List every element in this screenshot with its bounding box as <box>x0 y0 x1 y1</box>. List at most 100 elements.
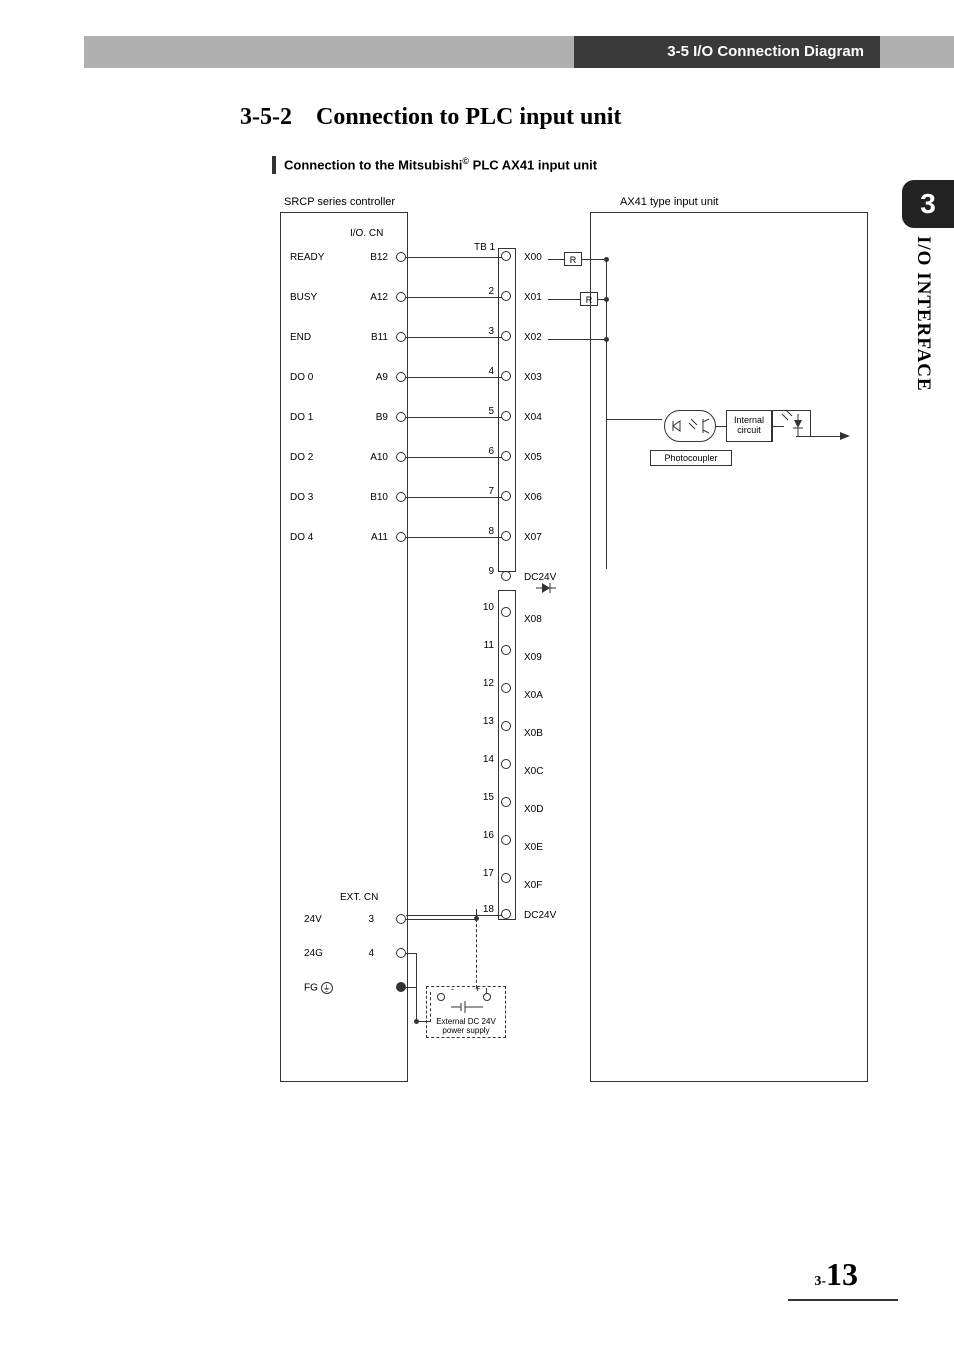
signal-row: 13 X0B <box>280 718 870 758</box>
x-label: X00 <box>524 252 542 263</box>
term-num: 15 <box>478 792 494 803</box>
ps-terminal-pos <box>483 993 491 1001</box>
wire <box>548 259 564 260</box>
wire <box>406 457 502 458</box>
wire <box>476 909 477 915</box>
x-label: X07 <box>524 532 542 543</box>
diode-icon <box>536 582 556 594</box>
term-num: 11 <box>478 640 494 651</box>
page-number: 3-13 <box>814 1256 858 1293</box>
term-num: 17 <box>478 868 494 879</box>
wire <box>810 410 811 436</box>
left-box-label: SRCP series controller <box>284 196 395 208</box>
terminal-icon <box>396 492 406 502</box>
x-label: X01 <box>524 292 542 303</box>
term-num: 5 <box>478 406 494 417</box>
signal-label: READY <box>290 252 340 263</box>
resistor-box: R <box>564 252 582 266</box>
wire <box>582 259 606 260</box>
term-num: 4 <box>478 366 494 377</box>
terminal-icon <box>396 332 406 342</box>
x-label: X03 <box>524 372 542 383</box>
side-tab-label: I/O INTERFACE <box>912 236 934 392</box>
ps-terminal-neg <box>437 993 445 1001</box>
terminal-icon <box>396 914 406 924</box>
terminal-icon <box>501 607 511 617</box>
x-label: X04 <box>524 412 542 423</box>
io-cn-label: I/O. CN <box>350 228 383 239</box>
wire <box>406 337 502 338</box>
wire <box>716 426 726 427</box>
wire <box>598 299 606 300</box>
terminal-icon <box>501 251 511 261</box>
wire <box>772 410 798 411</box>
wire-dashed <box>486 988 487 994</box>
internal-circuit-detail: Internal circuit Photocoupler <box>650 396 864 480</box>
wire <box>548 299 580 300</box>
x-label: X0D <box>524 804 543 815</box>
wire <box>406 953 416 954</box>
terminal-icon <box>501 491 511 501</box>
term-num: 3 <box>478 326 494 337</box>
caption-bar <box>272 156 276 174</box>
signal-label: END <box>290 332 340 343</box>
signal-row: 17 X0F <box>280 870 870 910</box>
term-num: 12 <box>478 678 494 689</box>
term-num: 9 <box>478 566 494 577</box>
x-label: X0F <box>524 880 542 891</box>
terminal-icon <box>501 721 511 731</box>
x-label: X05 <box>524 452 542 463</box>
terminal-icon <box>501 531 511 541</box>
signal-row: 16 X0E <box>280 832 870 872</box>
power-supply-label: External DC 24V power supply <box>427 1017 505 1035</box>
wire <box>406 417 502 418</box>
wire <box>798 410 810 411</box>
signal-label: DO 1 <box>290 412 340 423</box>
led-icon <box>780 406 810 446</box>
wire <box>406 377 502 378</box>
wire <box>406 537 502 538</box>
caption-prefix: Connection to the Mitsubishi <box>284 157 462 172</box>
header-title: 3-5 I/O Connection Diagram <box>574 36 880 68</box>
ground-icon: ⏚ <box>321 982 333 994</box>
signal-label: DO 4 <box>290 532 340 543</box>
section-title: Connection to PLC input unit <box>316 104 621 131</box>
terminal-icon <box>396 452 406 462</box>
wire <box>406 919 476 920</box>
connection-diagram: SRCP series controller AX41 type input u… <box>280 196 870 1096</box>
signal-label: DO 0 <box>290 372 340 383</box>
pin-label: B11 <box>358 332 388 343</box>
terminal-icon <box>396 292 406 302</box>
row-fg: FG ⏚ <box>280 978 870 1018</box>
internal-circuit-label: Internal circuit <box>726 410 772 442</box>
x-label: X0A <box>524 690 543 701</box>
term-num: 16 <box>478 830 494 841</box>
arrow-icon <box>840 432 850 440</box>
term-num: 13 <box>478 716 494 727</box>
wire <box>406 297 502 298</box>
wire-dashed <box>416 1021 430 1022</box>
wire-dashed <box>430 992 431 1022</box>
signal-label: FG ⏚ <box>304 982 354 994</box>
battery-icon <box>451 1001 483 1013</box>
resistor-box: R <box>580 292 598 306</box>
terminal-icon <box>501 411 511 421</box>
ext-cn-label: EXT. CN <box>340 892 378 903</box>
side-tab-chapter: 3 <box>902 180 954 228</box>
wire-dashed <box>476 914 477 988</box>
pin-label: A11 <box>358 532 388 543</box>
wire <box>796 436 846 437</box>
wire <box>548 339 606 340</box>
signal-row: BUSY A12 2 X01 <box>280 288 870 328</box>
pin-label: A12 <box>358 292 388 303</box>
x-label: X0C <box>524 766 543 777</box>
ps-plus: + <box>475 984 480 994</box>
terminal-icon <box>396 982 406 992</box>
x-label: X0E <box>524 842 543 853</box>
signal-row: 10 X08 <box>280 604 870 644</box>
signal-row: 14 X0C <box>280 756 870 796</box>
photocoupler-label: Photocoupler <box>650 450 732 466</box>
signal-row: 12 X0A <box>280 680 870 720</box>
pin-label: 3 <box>344 914 374 925</box>
x-label: X09 <box>524 652 542 663</box>
